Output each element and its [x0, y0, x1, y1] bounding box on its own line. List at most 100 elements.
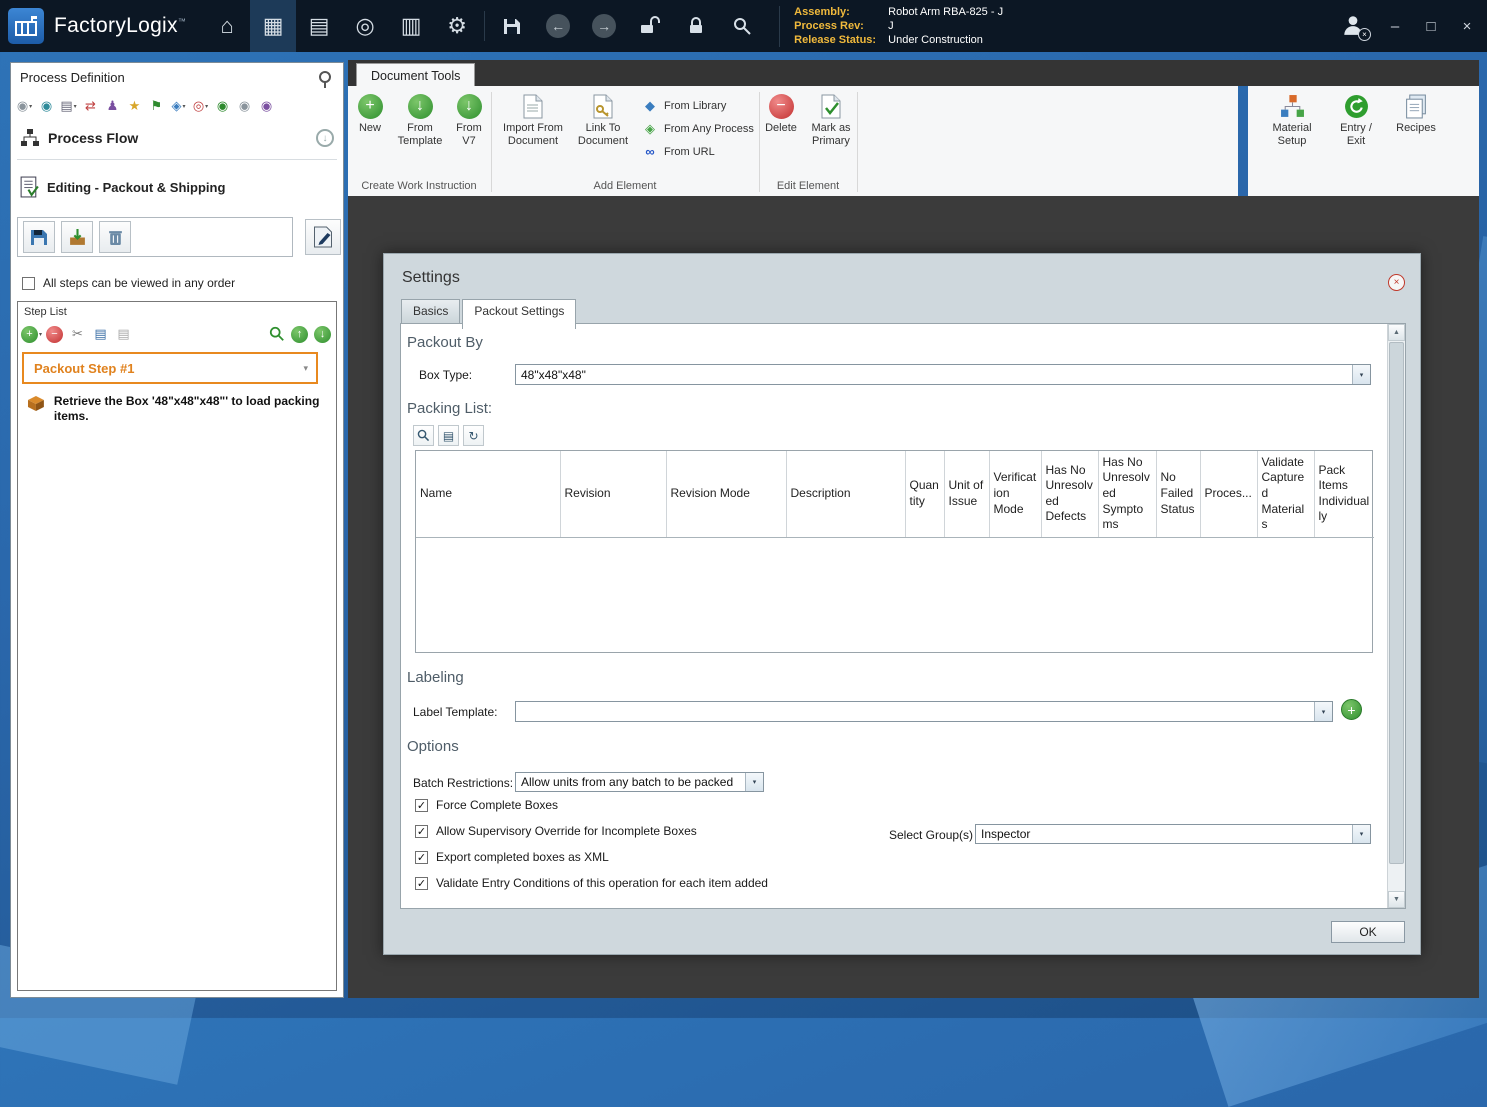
dialog-close-button[interactable]: ×	[1388, 274, 1405, 291]
record-button[interactable]: ◉	[257, 96, 276, 116]
lock-button[interactable]	[673, 0, 719, 52]
process-flow-row[interactable]: Process Flow ↓	[11, 121, 343, 155]
delete-element-button[interactable]: − Delete	[761, 92, 801, 147]
export-xml-row[interactable]: ✓ Export completed boxes as XML	[415, 850, 609, 864]
disable-button[interactable]: ◉	[235, 96, 254, 116]
column-header[interactable]: Has No Unresolved Symptoms	[1098, 451, 1157, 538]
process-config-button[interactable]: ◈ ▾	[169, 96, 188, 116]
from-any-process-button[interactable]: ◈ From Any Process	[642, 117, 754, 140]
forward-button[interactable]: →	[581, 0, 627, 52]
label-template-select[interactable]: ▾	[515, 701, 1333, 722]
reports-button[interactable]: ▥	[388, 0, 434, 52]
column-header[interactable]: Has No Unresolved Defects	[1041, 451, 1099, 538]
find-process-button[interactable]	[719, 0, 765, 52]
ok-button[interactable]: OK	[1331, 921, 1405, 943]
validate-entry-conditions-row[interactable]: ✓ Validate Entry Conditions of this oper…	[415, 876, 768, 890]
add-label-template-button[interactable]: +	[1341, 699, 1362, 720]
from-url-button[interactable]: ∞ From URL	[642, 140, 754, 163]
column-header[interactable]: Quantity	[905, 451, 945, 538]
add-step-button[interactable]: + ▾	[21, 324, 42, 344]
column-header[interactable]: Unit of Issue	[944, 451, 990, 538]
column-header[interactable]: Name	[416, 451, 561, 538]
paste-button[interactable]: ▤	[114, 324, 133, 344]
list-materials-button[interactable]: ▤	[438, 425, 459, 446]
cut-button[interactable]: ✂	[68, 324, 87, 344]
column-header[interactable]: Verification Mode	[989, 451, 1042, 538]
from-library-button[interactable]: ◆ From Library	[642, 94, 754, 117]
packing-list-table[interactable]: Name Revision Revision Mode Description …	[415, 450, 1374, 653]
force-complete-boxes-row[interactable]: ✓ Force Complete Boxes	[415, 798, 558, 812]
export-xml-checkbox[interactable]: ✓	[415, 850, 428, 864]
enable-button[interactable]: ◉	[213, 96, 232, 116]
flag-button[interactable]: ⚑	[147, 96, 166, 116]
chevron-down-icon[interactable]: ▾	[303, 363, 308, 374]
find-material-button[interactable]	[413, 425, 434, 446]
save-step-button[interactable]	[23, 221, 55, 253]
order-checkbox-row[interactable]: All steps can be viewed in any order	[11, 271, 343, 295]
save-button[interactable]	[489, 0, 535, 52]
mark-as-primary-button[interactable]: Mark as Primary	[807, 92, 855, 147]
add-dropdown-button[interactable]: ◉ ▾	[15, 96, 34, 116]
entry-exit-button[interactable]: Entry / Exit	[1330, 92, 1382, 196]
target-button[interactable]: ◎ ▾	[191, 96, 210, 116]
force-complete-boxes-checkbox[interactable]: ✓	[415, 798, 428, 812]
pin-icon[interactable]	[319, 71, 331, 88]
certification-button[interactable]: ★	[125, 96, 144, 116]
import-step-button[interactable]	[61, 221, 93, 253]
tab-document-tools[interactable]: Document Tools	[356, 63, 476, 87]
globe-button[interactable]: ◉	[37, 96, 56, 116]
navigator-button[interactable]: ◎	[342, 0, 388, 52]
validate-entry-conditions-checkbox[interactable]: ✓	[415, 876, 428, 890]
work-instructions-button[interactable]: ▦	[250, 0, 297, 52]
refresh-materials-button[interactable]: ↻	[463, 425, 484, 446]
vertical-scrollbar[interactable]: ▲ ▼	[1387, 324, 1405, 908]
collapse-button[interactable]: ↓	[316, 129, 334, 147]
process-documents-button[interactable]: ▤	[296, 0, 342, 52]
unlock-button[interactable]	[627, 0, 673, 52]
step-description-row[interactable]: Retrieve the Box '48"x48"x48"' to load p…	[26, 394, 328, 424]
recipes-button[interactable]: Recipes	[1392, 92, 1440, 196]
delete-step-button[interactable]	[99, 221, 131, 253]
link-to-document-button[interactable]: Link To Document	[574, 92, 632, 163]
zoom-steps-button[interactable]	[267, 324, 286, 344]
material-setup-button[interactable]: Material Setup	[1264, 92, 1320, 196]
box-type-select[interactable]: 48"x48"x48" ▾	[515, 364, 1371, 385]
supervisory-override-row[interactable]: ✓ Allow Supervisory Override for Incompl…	[415, 824, 697, 838]
column-header[interactable]: Revision Mode	[666, 451, 787, 538]
step-list-item-selected[interactable]: Packout Step #1 ▾	[22, 352, 318, 384]
column-header[interactable]: No Failed Status	[1156, 451, 1201, 538]
new-button[interactable]: + New	[351, 92, 389, 147]
column-header[interactable]: Description	[786, 451, 906, 538]
minimize-button[interactable]: –	[1387, 18, 1403, 35]
user-step-button[interactable]: ♟	[103, 96, 122, 116]
scroll-down-button[interactable]: ▼	[1388, 891, 1405, 908]
batch-restrictions-select[interactable]: Allow units from any batch to be packed …	[515, 772, 764, 792]
maximize-button[interactable]: □	[1423, 18, 1439, 35]
from-v7-button[interactable]: ↓ From V7	[451, 92, 487, 147]
transfer-button[interactable]: ⇄	[81, 96, 100, 116]
order-checkbox[interactable]	[22, 276, 35, 290]
column-header[interactable]: Pack Items Individually	[1314, 451, 1374, 538]
packing-list-body-empty[interactable]	[416, 537, 1372, 652]
column-header[interactable]: Validate Captured Materials	[1257, 451, 1315, 538]
supervisory-override-checkbox[interactable]: ✓	[415, 824, 428, 838]
scroll-up-button[interactable]: ▲	[1388, 324, 1405, 341]
print-button[interactable]: ▤ ▾	[59, 96, 78, 116]
select-groups-select[interactable]: Inspector ▾	[975, 824, 1371, 844]
from-template-button[interactable]: ↓ From Template	[395, 92, 445, 147]
collapse-all-button[interactable]: ↓	[313, 324, 332, 344]
home-button[interactable]: ⌂	[204, 0, 250, 52]
tab-packout-settings[interactable]: Packout Settings	[462, 299, 577, 329]
column-header[interactable]: Revision	[560, 451, 667, 538]
remove-step-button[interactable]: −	[45, 324, 64, 344]
column-header[interactable]: Proces...	[1200, 451, 1258, 538]
edit-work-instruction-button[interactable]	[305, 219, 341, 255]
scrollbar-thumb[interactable]	[1389, 342, 1404, 864]
settings-button[interactable]: ⚙	[434, 0, 480, 52]
user-button[interactable]: ×	[1341, 13, 1371, 41]
tab-basics[interactable]: Basics	[401, 299, 461, 325]
close-button[interactable]: ×	[1459, 18, 1475, 35]
back-button[interactable]: ←	[535, 0, 581, 52]
expand-all-button[interactable]: ↑	[290, 324, 309, 344]
copy-button[interactable]: ▤	[91, 324, 110, 344]
